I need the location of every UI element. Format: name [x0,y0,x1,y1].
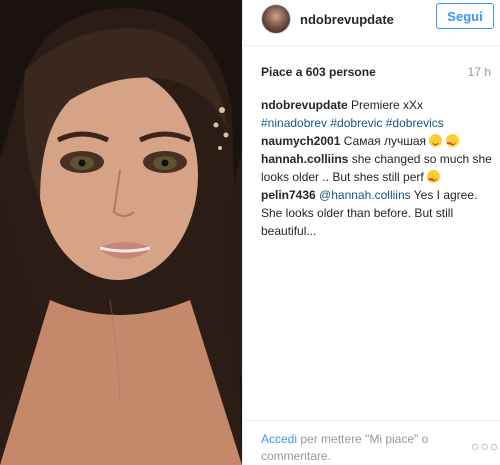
comment-text: Premiere xXx [351,98,424,112]
avatar[interactable] [261,4,291,34]
post-header: ndobrevupdate Segui [243,0,500,46]
list-item: pelin7436 @hannah.colliins Yes I agree. … [261,186,493,240]
post-author-username[interactable]: ndobrevupdate [300,12,394,27]
login-link[interactable]: Accedi [261,432,297,446]
post-timestamp[interactable]: 17 h [468,65,491,79]
smiling-face-icon [429,134,443,147]
comments-list: ndobrevupdate Premiere xXx #ninadobrev #… [261,96,493,240]
login-prompt: Accedi per mettere "Mi piace" o commenta… [261,431,461,465]
heart-eyes-icon [445,134,459,153]
more-options-icon[interactable]: ○○○ [471,438,499,454]
comment-username[interactable]: hannah.colliins [261,152,348,166]
follow-button[interactable]: Segui [436,3,494,29]
likes-count[interactable]: Piace a 603 persone [261,65,376,79]
portrait-image [0,0,242,465]
post-sidebar: ndobrevupdate Segui Piace a 603 persone … [242,0,500,465]
list-item: hannah.colliins she changed so much she … [261,150,493,189]
post-footer: Accedi per mettere "Mi piace" o commenta… [243,420,500,465]
caption: ndobrevupdate Premiere xXx #ninadobrev #… [261,96,493,132]
post-photo[interactable] [0,0,242,465]
heart-eyes-icon [427,170,441,189]
comment-mention[interactable]: @hannah.colliins [319,188,411,202]
comment-username[interactable]: ndobrevupdate [261,98,348,112]
comment-username[interactable]: pelin7436 [261,188,316,202]
hashtags[interactable]: #ninadobrev #dobrevic #dobrevics [261,116,444,130]
list-item: naumych2001 Самая лучшая [261,132,493,153]
comment-username[interactable]: naumych2001 [261,134,340,148]
comment-text: Самая лучшая [343,134,427,148]
likes-row: Piace a 603 persone 17 h [261,65,493,81]
